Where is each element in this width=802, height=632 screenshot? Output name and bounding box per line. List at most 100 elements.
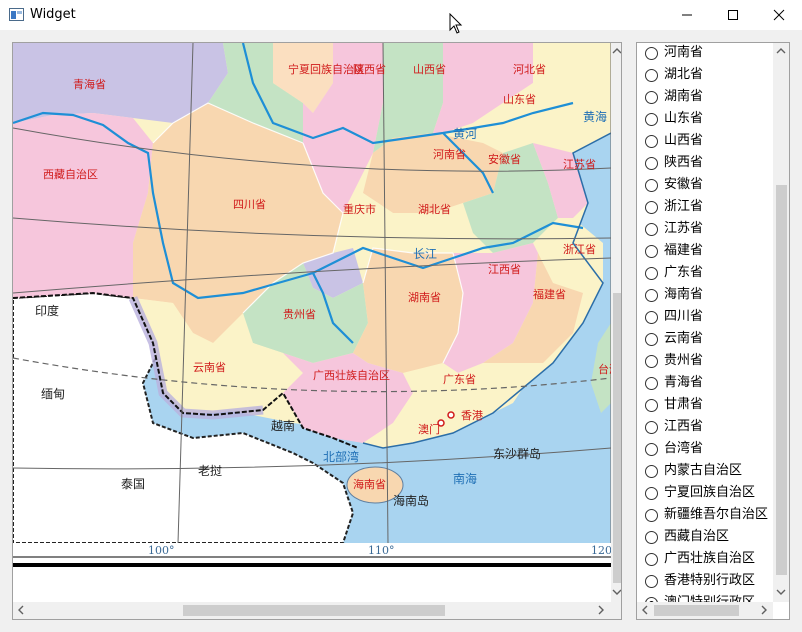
- radio-button[interactable]: [645, 157, 658, 170]
- map-scroll-area[interactable]: 青海省 宁夏回族自治区 陕西省 山西省 河北省 山东省 西藏自治区 四川省 重庆市 湖北省 河南省安…: [12, 42, 622, 620]
- radio-button[interactable]: [645, 509, 658, 522]
- minimize-button[interactable]: [664, 0, 710, 30]
- province-radio-item[interactable]: 广西壮族自治区: [645, 550, 773, 572]
- radio-button[interactable]: [645, 311, 658, 324]
- province-label: 江苏省: [563, 158, 596, 171]
- province-radio-item[interactable]: 四川省: [645, 308, 773, 330]
- country-label: 缅甸: [41, 387, 65, 401]
- radio-button[interactable]: [645, 333, 658, 346]
- radio-label: 河南省: [664, 45, 704, 60]
- scrollbar-thumb[interactable]: [654, 605, 739, 616]
- radio-button[interactable]: [645, 289, 658, 302]
- radio-label: 陕西省: [664, 155, 704, 170]
- longitude-label: 110°: [368, 544, 395, 557]
- radio-button[interactable]: [645, 465, 658, 478]
- radio-button[interactable]: [645, 69, 658, 82]
- radio-button[interactable]: [645, 355, 658, 368]
- radio-button[interactable]: [645, 575, 658, 588]
- sea-label: 北部湾: [323, 449, 359, 464]
- province-label: 四川省: [233, 198, 266, 211]
- radio-button[interactable]: [645, 135, 658, 148]
- longitude-scale: 100° 110° 120°: [13, 544, 618, 567]
- province-label: 广东省: [443, 373, 476, 386]
- province-radio-item[interactable]: 西藏自治区: [645, 528, 773, 550]
- province-label: 陕西省: [353, 62, 386, 76]
- province-radio-item[interactable]: 香港特别行政区: [645, 572, 773, 594]
- province-list-content: 河南省湖北省湖南省 山东省山西省 陕西省安徽省 浙江省 江苏省 福建省 广东省 海南省 四川省云…: [637, 43, 773, 602]
- province-radio-item[interactable]: 山西省: [645, 132, 773, 154]
- province-radio-item[interactable]: 内蒙古自治区: [645, 462, 773, 484]
- province-radio-item[interactable]: 新疆维吾尔自治区: [645, 506, 773, 528]
- radio-label: 四川省: [664, 309, 704, 324]
- radio-label: 湖北省: [664, 67, 704, 82]
- radio-button[interactable]: [645, 443, 658, 456]
- map-horizontal-scrollbar[interactable]: [13, 602, 621, 619]
- province-radio-item[interactable]: 安徽省: [645, 176, 773, 198]
- province-radio-item[interactable]: 海南省: [645, 286, 773, 308]
- scroll-up-arrow-icon[interactable]: [773, 43, 790, 60]
- province-label: 广西壮族自治区: [313, 368, 390, 382]
- province-radio-item[interactable]: 广东省: [645, 264, 773, 286]
- province-radio-list[interactable]: 河南省湖北省湖南省 山东省山西省 陕西省安徽省 浙江省 江苏省 福建省 广东省 海南省 四川省云…: [636, 42, 790, 620]
- radio-button[interactable]: [645, 399, 658, 412]
- radio-label: 甘肃省: [664, 397, 704, 412]
- province-radio-item[interactable]: 澳门特别行政区: [645, 594, 773, 602]
- province-radio-item[interactable]: 青海省: [645, 374, 773, 396]
- radio-button[interactable]: [645, 421, 658, 434]
- radio-label: 山东省: [664, 111, 704, 126]
- province-label: 山东省: [503, 93, 536, 106]
- radio-label: 台湾省: [664, 441, 704, 456]
- province-radio-item[interactable]: 台湾省: [645, 440, 773, 462]
- province-radio-item[interactable]: 湖南省: [645, 88, 773, 110]
- province-radio-item[interactable]: 江苏省: [645, 220, 773, 242]
- radio-button[interactable]: [645, 553, 658, 566]
- province-radio-item[interactable]: 山东省: [645, 110, 773, 132]
- window-title: Widget: [30, 7, 76, 22]
- radio-button[interactable]: [645, 201, 658, 214]
- province-radio-item[interactable]: 宁夏回族自治区: [645, 484, 773, 506]
- scroll-down-arrow-icon[interactable]: [609, 584, 622, 601]
- province-label: 澳门: [418, 422, 440, 436]
- radio-button[interactable]: [645, 531, 658, 544]
- country-label: 越南: [271, 418, 295, 433]
- province-label: 青海省: [73, 77, 106, 91]
- province-radio-item[interactable]: 甘肃省: [645, 396, 773, 418]
- radio-button[interactable]: [645, 47, 658, 60]
- map-vertical-scrollbar[interactable]: [609, 43, 622, 602]
- province-radio-item[interactable]: 福建省: [645, 242, 773, 264]
- scroll-left-arrow-icon[interactable]: [637, 602, 654, 619]
- radio-button[interactable]: [645, 223, 658, 236]
- province-radio-item[interactable]: 贵州省: [645, 352, 773, 374]
- radio-button[interactable]: [645, 377, 658, 390]
- scroll-left-arrow-icon[interactable]: [13, 602, 30, 619]
- list-vertical-scrollbar[interactable]: [773, 43, 790, 602]
- scroll-right-arrow-icon[interactable]: [756, 602, 773, 619]
- radio-button[interactable]: [645, 179, 658, 192]
- scrollbar-thumb[interactable]: [613, 293, 621, 583]
- scrollbar-thumb[interactable]: [183, 605, 445, 616]
- province-label: 江西省: [488, 263, 521, 276]
- list-horizontal-scrollbar[interactable]: [637, 602, 773, 619]
- province-label: 西藏自治区: [43, 167, 98, 181]
- scroll-right-arrow-icon[interactable]: [593, 602, 610, 619]
- province-radio-item[interactable]: 河南省: [645, 44, 773, 66]
- app-icon: [9, 8, 24, 21]
- maximize-icon: [728, 10, 738, 20]
- scroll-down-arrow-icon[interactable]: [773, 584, 790, 601]
- province-radio-item[interactable]: 江西省: [645, 418, 773, 440]
- maximize-button[interactable]: [710, 0, 756, 30]
- radio-button[interactable]: [645, 487, 658, 500]
- close-button[interactable]: [756, 0, 802, 30]
- radio-button[interactable]: [645, 91, 658, 104]
- radio-button[interactable]: [645, 245, 658, 258]
- scrollbar-thumb[interactable]: [776, 185, 787, 575]
- scroll-up-arrow-icon[interactable]: [609, 43, 622, 60]
- province-radio-item[interactable]: 湖北省: [645, 66, 773, 88]
- province-label: 河北省: [513, 63, 546, 76]
- close-icon: [773, 9, 785, 21]
- radio-button[interactable]: [645, 113, 658, 126]
- province-radio-item[interactable]: 陕西省: [645, 154, 773, 176]
- province-radio-item[interactable]: 浙江省: [645, 198, 773, 220]
- province-radio-item[interactable]: 云南省: [645, 330, 773, 352]
- radio-button[interactable]: [645, 267, 658, 280]
